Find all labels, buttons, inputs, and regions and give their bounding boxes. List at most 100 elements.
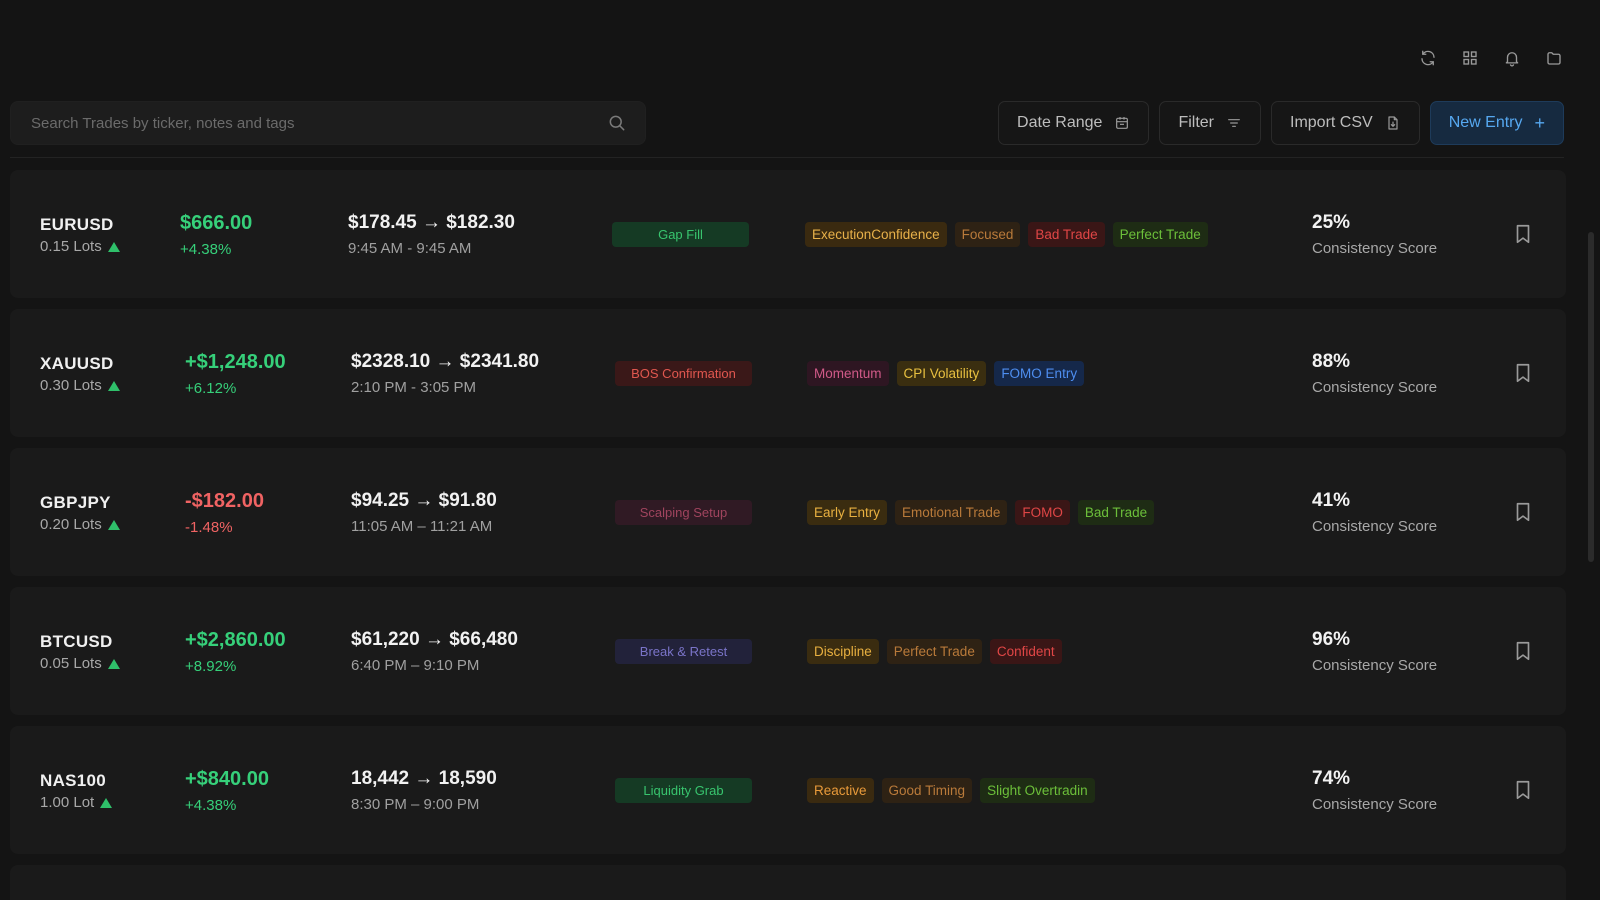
filter-button[interactable]: Filter	[1159, 101, 1261, 145]
lot-size-text: 0.20 Lots	[40, 516, 102, 533]
tag-list: Early Entry Emotional Trade FOMO Bad Tra…	[807, 500, 1155, 525]
consistency-score-label: Consistency Score	[1312, 657, 1438, 674]
price-range: $178.45 → $182.30	[348, 212, 515, 233]
tag[interactable]: Discipline	[807, 639, 879, 664]
up-triangle-icon	[107, 241, 120, 252]
tag[interactable]: Bad Trade	[1028, 222, 1105, 247]
bookmark-icon[interactable]	[1512, 778, 1534, 802]
refresh-icon[interactable]	[1418, 48, 1438, 68]
tag[interactable]: FOMO Entry	[994, 361, 1085, 386]
grid-icon[interactable]	[1460, 48, 1480, 68]
up-triangle-icon	[100, 797, 113, 808]
tag-list: ExecutionConfidence Focused Bad Trade Pe…	[805, 222, 1208, 247]
bookmark-icon[interactable]	[1512, 639, 1534, 663]
tag[interactable]: Reactive	[807, 778, 874, 803]
pnl-amount: +$840.00	[185, 768, 269, 790]
pnl-cell: $666.00 +4.38%	[180, 212, 252, 258]
search-icon[interactable]	[607, 113, 627, 133]
tag[interactable]: Perfect Trade	[886, 639, 982, 664]
price-cell: $94.25 → $91.80 11:05 AM – 11:21 AM	[351, 490, 497, 535]
trade-time: 2:10 PM - 3:05 PM	[351, 379, 477, 396]
ticker-cell: XAUUSD 0.30 Lots	[40, 354, 120, 394]
import-csv-button[interactable]: Import CSV	[1271, 101, 1420, 145]
trade-row[interactable]: GBPJPY 0.20 Lots -$182.00 -1.48% $94.25 …	[10, 448, 1566, 576]
filter-label: Filter	[1178, 114, 1214, 131]
pnl-cell: -$182.00 -1.48%	[185, 490, 264, 536]
search-input[interactable]	[29, 113, 607, 133]
lot-size: 0.20 Lots	[40, 516, 120, 533]
tag[interactable]: Perfect Trade	[1112, 222, 1208, 247]
setup-badge[interactable]: Scalping Setup	[615, 500, 752, 525]
price-cell: $178.45 → $182.30 9:45 AM - 9:45 AM	[348, 212, 515, 257]
lot-size-text: 0.05 Lots	[40, 655, 102, 672]
bell-icon[interactable]	[1502, 48, 1522, 68]
up-triangle-icon	[107, 519, 120, 530]
trade-row[interactable]: EURUSD 0.15 Lots $666.00 +4.38% $178.45 …	[10, 170, 1566, 298]
consistency-score-label: Consistency Score	[1312, 240, 1438, 257]
file-import-icon	[1388, 116, 1398, 130]
price-range: $94.25 → $91.80	[351, 490, 497, 511]
pnl-amount: -$182.00	[185, 490, 264, 512]
trade-row[interactable]: XAUUSD 0.30 Lots +$1,248.00 +6.12% $2328…	[10, 309, 1566, 437]
tag[interactable]: Emotional Trade	[895, 500, 1008, 525]
scrollbar-thumb[interactable]	[1588, 232, 1594, 562]
tag-list: Reactive Good Timing Slight Overtradin	[807, 778, 1095, 803]
toolbar: Date Range Filter Import CSV New Entry +	[10, 100, 1564, 146]
pnl-cell: +$2,860.00 +8.92%	[185, 629, 286, 675]
ticker-cell: BTCUSD 0.05 Lots	[40, 632, 120, 672]
pnl-percent: -1.48%	[185, 519, 233, 536]
consistency-score-label: Consistency Score	[1312, 518, 1438, 535]
tag[interactable]: CPI Volatility	[896, 361, 987, 386]
score-cell: 74% Consistency Score	[1312, 768, 1437, 813]
trade-list: EURUSD 0.15 Lots $666.00 +4.38% $178.45 …	[10, 170, 1566, 900]
trade-row[interactable]	[10, 865, 1566, 900]
tag-list: Discipline Perfect Trade Confident	[807, 639, 1062, 664]
setup-badge[interactable]: Gap Fill	[612, 222, 749, 247]
pnl-percent: +6.12%	[185, 380, 237, 397]
tag[interactable]: Confident	[989, 639, 1062, 664]
date-range-label: Date Range	[1017, 114, 1103, 131]
trade-row[interactable]: NAS100 1.00 Lot +$840.00 +4.38% 18,442 →…	[10, 726, 1566, 854]
lot-size-text: 0.15 Lots	[40, 238, 102, 255]
consistency-score-label: Consistency Score	[1312, 796, 1438, 813]
ticker-cell: NAS100 1.00 Lot	[40, 771, 113, 811]
tag[interactable]: Momentum	[807, 361, 889, 386]
folder-icon[interactable]	[1544, 48, 1564, 68]
price-cell: $2328.10 → $2341.80 2:10 PM - 3:05 PM	[351, 351, 539, 396]
setup-badge[interactable]: Break & Retest	[615, 639, 752, 664]
trade-row[interactable]: BTCUSD 0.05 Lots +$2,860.00 +8.92% $61,2…	[10, 587, 1566, 715]
pnl-cell: +$1,248.00 +6.12%	[185, 351, 286, 397]
top-icon-bar	[1418, 48, 1564, 68]
pnl-amount: +$1,248.00	[185, 351, 286, 373]
tag[interactable]: Slight Overtradin	[980, 778, 1095, 803]
up-triangle-icon	[107, 658, 120, 669]
score-cell: 41% Consistency Score	[1312, 490, 1437, 535]
bookmark-icon[interactable]	[1512, 361, 1534, 385]
new-entry-button[interactable]: New Entry +	[1429, 101, 1564, 145]
ticker-symbol: XAUUSD	[40, 354, 114, 373]
price-range: 18,442 → 18,590	[351, 768, 497, 789]
consistency-score: 25%	[1312, 212, 1351, 233]
setup-badge[interactable]: Liquidity Grab	[615, 778, 752, 803]
date-range-button[interactable]: Date Range	[998, 101, 1150, 145]
setup-badge[interactable]: BOS Confirmation	[615, 361, 752, 386]
search-box	[10, 101, 646, 145]
filter-icon	[1228, 119, 1240, 127]
consistency-score: 41%	[1312, 490, 1351, 511]
tag[interactable]: FOMO	[1015, 500, 1070, 525]
ticker-symbol: NAS100	[40, 771, 107, 790]
ticker-cell: EURUSD 0.15 Lots	[40, 215, 120, 255]
tag[interactable]: Early Entry	[807, 500, 888, 525]
bookmark-icon[interactable]	[1512, 500, 1534, 524]
bookmark-icon[interactable]	[1512, 222, 1534, 246]
price-cell: 18,442 → 18,590 8:30 PM – 9:00 PM	[351, 768, 497, 813]
tag[interactable]: Good Timing	[881, 778, 973, 803]
trade-time: 8:30 PM – 9:00 PM	[351, 796, 480, 813]
tag[interactable]: ExecutionConfidence	[805, 222, 947, 247]
tag[interactable]: Bad Trade	[1077, 500, 1155, 525]
tag[interactable]: Focused	[954, 222, 1021, 247]
lot-size: 0.30 Lots	[40, 377, 120, 394]
pnl-cell: +$840.00 +4.38%	[185, 768, 269, 814]
price-range: $2328.10 → $2341.80	[351, 351, 540, 372]
new-entry-label: New Entry	[1448, 114, 1523, 131]
